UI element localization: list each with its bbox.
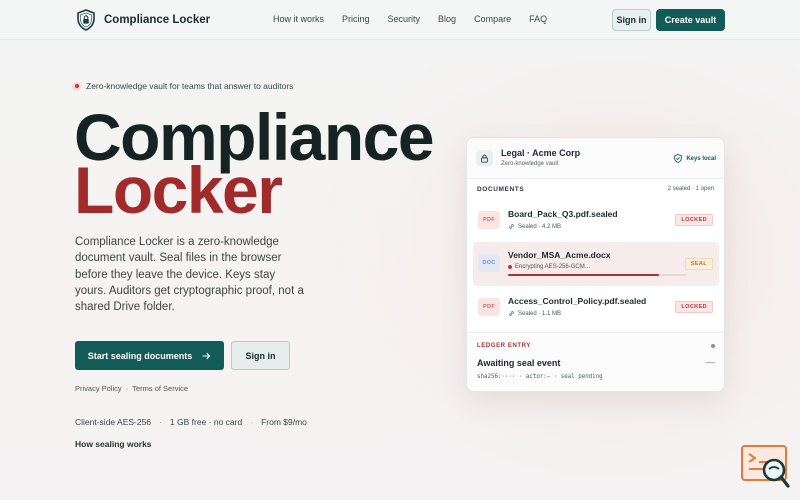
document-meta: Encrypting AES-256-GCM…	[508, 264, 591, 270]
ledger-title: Awaiting seal event	[477, 358, 561, 368]
pdf-file-icon: PDF	[478, 298, 500, 316]
document-row-access-control[interactable]: PDF Access_Control_Policy.pdf.sealed Sea…	[473, 288, 719, 326]
document-row-vendor-msa[interactable]: DOC Vendor_MSA_Acme.docx Encrypting AES-…	[473, 242, 719, 286]
document-meta-text: Sealed · 1.1 MB	[518, 310, 562, 317]
link-icon	[509, 311, 514, 316]
encrypting-dot-icon	[508, 265, 512, 269]
how-sealing-works-link[interactable]: How sealing works	[75, 439, 152, 449]
ledger-dash: —	[706, 357, 715, 367]
start-sealing-button[interactable]: Start sealing documents	[75, 341, 224, 370]
vault-header: Legal · Acme Corp Zero-knowledge vault K…	[467, 138, 724, 179]
hero-sign-in-button[interactable]: Sign in	[231, 341, 290, 370]
document-meta-text: Sealed · 4.2 MB	[518, 223, 562, 230]
privacy-policy-link[interactable]: Privacy Policy	[75, 384, 122, 393]
create-vault-button[interactable]: Create vault	[656, 9, 725, 31]
documents-count: 2 sealed · 1 open	[667, 186, 714, 192]
document-name: Board_Pack_Q3.pdf.sealed	[508, 209, 618, 219]
nav-link-security[interactable]: Security	[388, 14, 421, 24]
nav-link-blog[interactable]: Blog	[438, 14, 456, 24]
link-icon	[509, 224, 514, 229]
nav-link-pricing[interactable]: Pricing	[342, 14, 370, 24]
document-name: Vendor_MSA_Acme.docx	[508, 250, 611, 260]
document-meta: Sealed · 4.2 MB	[508, 223, 561, 230]
status-badge-seal: SEAL	[684, 258, 713, 270]
ledger-entry: LEDGER ENTRY Awaiting seal event — sha25…	[467, 332, 724, 391]
ledger-status-dot-icon	[711, 344, 715, 348]
brand-name: Compliance Locker	[104, 14, 211, 26]
eyebrow-text: Zero-knowledge vault for teams that answ…	[86, 81, 294, 91]
nav-link-compare[interactable]: Compare	[474, 14, 511, 24]
start-sealing-label: Start sealing documents	[87, 350, 193, 361]
fact-separator: ·	[159, 417, 162, 427]
hero-description: Compliance Locker is a zero-knowledge do…	[75, 236, 304, 314]
keys-local-text: Keys local	[686, 155, 716, 162]
keys-local-badge: Keys local	[674, 154, 716, 163]
document-name: Access_Control_Policy.pdf.sealed	[508, 296, 647, 306]
status-dot-icon	[72, 81, 81, 91]
lock-icon	[476, 150, 493, 166]
fact-pricing: From $9/mo	[261, 417, 307, 427]
nav-link-faq[interactable]: FAQ	[529, 14, 547, 24]
fact-free-tier: 1 GB free · no card	[169, 417, 243, 427]
encryption-progress	[508, 274, 686, 276]
document-meta: Sealed · 1.1 MB	[508, 310, 561, 317]
terms-of-service-link[interactable]: Terms of Service	[132, 384, 188, 393]
brand[interactable]: Compliance Locker	[76, 9, 210, 31]
chat-search-widget[interactable]	[740, 444, 792, 490]
document-meta-text: Encrypting AES-256-GCM…	[515, 264, 591, 270]
nav-link-how-it-works[interactable]: How it works	[273, 14, 324, 24]
status-badge-locked: LOCKED	[675, 214, 713, 226]
legal-links: Privacy Policy · Terms of Service	[75, 384, 188, 393]
nav-links: How it works Pricing Security Blog Compa…	[273, 14, 565, 24]
document-row-board-pack[interactable]: PDF Board_Pack_Q3.pdf.sealed Sealed · 4.…	[473, 201, 719, 239]
shield-check-icon	[674, 154, 683, 163]
fact-separator: ·	[250, 417, 254, 427]
chat-search-icon	[741, 445, 790, 488]
ledger-label: LEDGER ENTRY	[477, 343, 531, 349]
vault-preview-card: Legal · Acme Corp Zero-knowledge vault K…	[466, 137, 725, 392]
hero-eyebrow: Zero-knowledge vault for teams that answ…	[72, 81, 293, 91]
pdf-file-icon: PDF	[478, 211, 500, 229]
vault-title: Legal · Acme Corp	[501, 148, 581, 158]
hero-title-line2: Locker	[74, 153, 283, 227]
arrow-right-icon	[202, 352, 211, 359]
hero-facts: Client-side AES-256 · 1 GB free · no car…	[75, 417, 307, 427]
legal-separator: ·	[125, 384, 129, 393]
documents-label: DOCUMENTS	[477, 186, 525, 193]
doc-file-icon: DOC	[478, 254, 500, 272]
encryption-progress-fill	[508, 274, 660, 276]
shield-lock-icon	[77, 9, 95, 31]
vault-subtitle: Zero-knowledge vault	[501, 161, 559, 167]
status-badge-locked: LOCKED	[675, 301, 713, 313]
top-nav: Compliance Locker How it works Pricing S…	[0, 0, 800, 40]
sign-in-button[interactable]: Sign in	[612, 9, 651, 31]
fact-encryption: Client-side AES-256	[75, 417, 152, 427]
ledger-hash: sha256:···· · actor:— · seal pending	[477, 374, 603, 380]
